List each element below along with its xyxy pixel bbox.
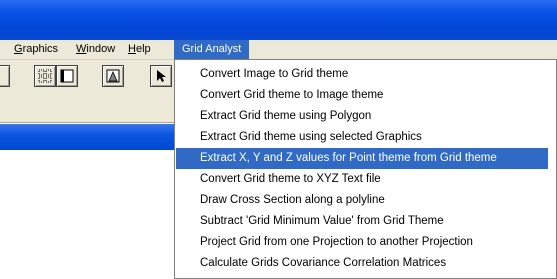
menu-item-convert-image-to-grid[interactable]: Convert Image to Grid theme [176, 64, 548, 85]
menu-item-extract-grid-graphics[interactable]: Extract Grid theme using selected Graphi… [176, 127, 548, 148]
layout-icon[interactable] [56, 65, 78, 87]
menu-item-extract-grid-polygon[interactable]: Extract Grid theme using Polygon [176, 106, 548, 127]
pointer-icon[interactable] [150, 65, 172, 87]
menu-item-calculate-covariance[interactable]: Calculate Grids Covariance Correlation M… [176, 253, 548, 274]
histogram-icon[interactable] [102, 65, 124, 87]
grid-analyst-dropdown: Convert Image to Grid theme Convert Grid… [174, 59, 557, 279]
menu-item-subtract-grid-minimum[interactable]: Subtract 'Grid Minimum Value' from Grid … [176, 211, 548, 232]
menu-item-extract-xyz-point[interactable]: Extract X, Y and Z values for Point them… [176, 148, 548, 169]
menu-item-project-grid[interactable]: Project Grid from one Projection to anot… [176, 232, 548, 253]
menu-graphics[interactable]: Graphics [10, 40, 62, 59]
partial-button-icon[interactable] [0, 65, 10, 87]
menu-help[interactable]: Help [124, 40, 155, 59]
menu-bar: Graphics Window Help Grid Analyst [0, 40, 557, 60]
menu-window[interactable]: Window [72, 40, 119, 59]
menu-grid-analyst[interactable]: Grid Analyst [174, 40, 250, 59]
select-grid-icon[interactable] [34, 65, 56, 87]
menu-item-convert-grid-xyz-text[interactable]: Convert Grid theme to XYZ Text file [176, 169, 548, 190]
menu-item-convert-grid-to-image[interactable]: Convert Grid theme to Image theme [176, 85, 548, 106]
menu-item-draw-cross-section[interactable]: Draw Cross Section along a polyline [176, 190, 548, 211]
window-title-bar [0, 0, 557, 40]
